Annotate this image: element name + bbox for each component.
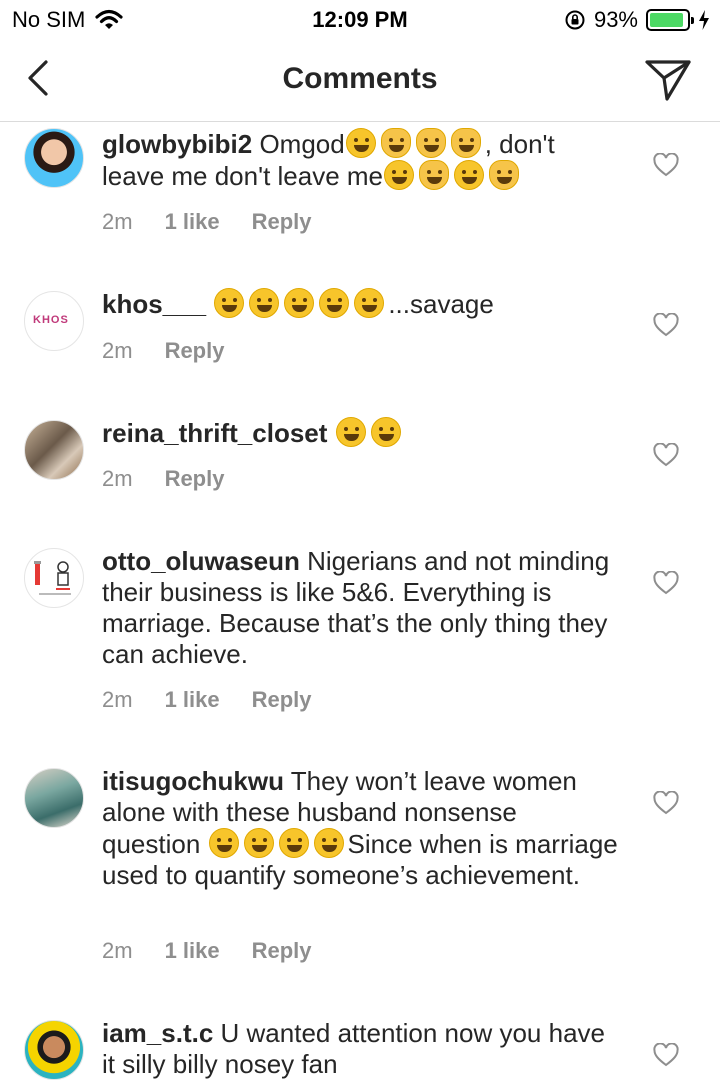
comment-message: Omgod	[252, 129, 345, 159]
cat-joy-emoji-icon	[450, 128, 481, 158]
comment-message	[327, 418, 334, 448]
paper-plane-icon[interactable]	[644, 56, 692, 102]
comment-timestamp: 2m	[102, 338, 133, 363]
comment-timestamp: 2m	[102, 938, 133, 963]
status-right: 93%	[564, 7, 710, 33]
comment-meta: 2m Reply	[102, 466, 224, 492]
comment-meta: 2m Reply	[102, 338, 224, 364]
rofl-emoji-icon	[284, 288, 315, 318]
rofl-emoji-icon	[249, 288, 280, 318]
sob-emoji-icon	[384, 160, 415, 190]
heart-like-icon[interactable]	[653, 153, 679, 177]
battery-percent: 93%	[593, 7, 638, 32]
page-title: Comments	[282, 62, 438, 95]
comment-meta: 2m 1 like Reply	[102, 209, 312, 235]
header: Comments	[0, 40, 720, 122]
comment-timestamp: 2m	[102, 687, 133, 712]
status-bar: No SIM 12:09 PM 93%	[0, 0, 720, 40]
reply-button[interactable]: Reply	[252, 687, 312, 713]
rofl-emoji-icon	[214, 288, 245, 318]
avatar[interactable]	[24, 768, 84, 828]
avatar[interactable]	[24, 1020, 84, 1080]
comment-username[interactable]: khos___	[102, 289, 206, 319]
comment-username[interactable]: reina_thrift_closet	[102, 418, 327, 448]
thinking-emoji-icon	[313, 828, 344, 858]
avatar[interactable]	[24, 420, 84, 480]
comment-likes-link[interactable]: 1 like	[165, 687, 220, 713]
grin-emoji-icon	[335, 417, 366, 447]
comment-text: khos___ ...savage	[102, 288, 622, 320]
thinking-emoji-icon	[278, 828, 309, 858]
avatar[interactable]: KHOS	[24, 291, 84, 351]
sob-emoji-icon	[345, 128, 376, 158]
cat-joy-emoji-icon	[415, 128, 446, 158]
comment-text: otto_oluwaseun Nigerians and not minding…	[102, 546, 622, 670]
heart-like-icon[interactable]	[653, 443, 679, 467]
heart-like-icon[interactable]	[653, 571, 679, 595]
cat-joy-emoji-icon	[489, 160, 520, 190]
comment-timestamp: 2m	[102, 209, 133, 234]
reply-button[interactable]: Reply	[252, 938, 312, 964]
avatar-logo-text: KHOS	[33, 314, 69, 326]
rotation-lock-icon	[565, 10, 585, 30]
comment-username[interactable]: iam_s.t.c	[102, 1018, 213, 1048]
comment-message: ...savage	[388, 289, 494, 319]
heart-like-icon[interactable]	[653, 313, 679, 337]
cat-joy-emoji-icon	[419, 160, 450, 190]
sob-emoji-icon	[454, 160, 485, 190]
avatar-illustration	[34, 561, 71, 595]
heart-like-icon[interactable]	[653, 1043, 679, 1067]
charging-bolt-icon	[699, 10, 709, 30]
thinking-emoji-icon	[243, 828, 274, 858]
comment-text: glowbybibi2 Omgod, don't leave me don't …	[102, 128, 622, 192]
reply-button[interactable]: Reply	[252, 209, 312, 235]
battery-icon	[646, 9, 694, 31]
comment-username[interactable]: glowbybibi2	[102, 129, 252, 159]
rofl-emoji-icon	[354, 288, 385, 318]
comment-message	[206, 289, 213, 319]
comment-timestamp: 2m	[102, 466, 133, 491]
comments-list[interactable]: glowbybibi2 Omgod, don't leave me don't …	[0, 123, 720, 1091]
comment-likes-link[interactable]: 1 like	[165, 938, 220, 964]
comment-meta: 2m 1 like Reply	[102, 687, 312, 713]
thinking-emoji-icon	[208, 828, 239, 858]
reply-button[interactable]: Reply	[165, 466, 225, 492]
cat-joy-emoji-icon	[380, 128, 411, 158]
comment-username[interactable]: itisugochukwu	[102, 766, 284, 796]
comment-likes-link[interactable]: 1 like	[165, 209, 220, 235]
comment-text: reina_thrift_closet	[102, 417, 622, 449]
reply-button[interactable]: Reply	[165, 338, 225, 364]
comment-meta: 2m 1 like Reply	[102, 938, 312, 964]
heart-like-icon[interactable]	[653, 791, 679, 815]
avatar[interactable]	[24, 548, 84, 608]
comment-username[interactable]: otto_oluwaseun	[102, 546, 300, 576]
comment-text: iam_s.t.c U wanted attention now you hav…	[102, 1018, 622, 1080]
comment-text: itisugochukwu They won’t leave women alo…	[102, 766, 622, 891]
avatar[interactable]	[24, 128, 84, 188]
rofl-emoji-icon	[319, 288, 350, 318]
grin-emoji-icon	[370, 417, 401, 447]
battery-fill	[650, 13, 684, 27]
